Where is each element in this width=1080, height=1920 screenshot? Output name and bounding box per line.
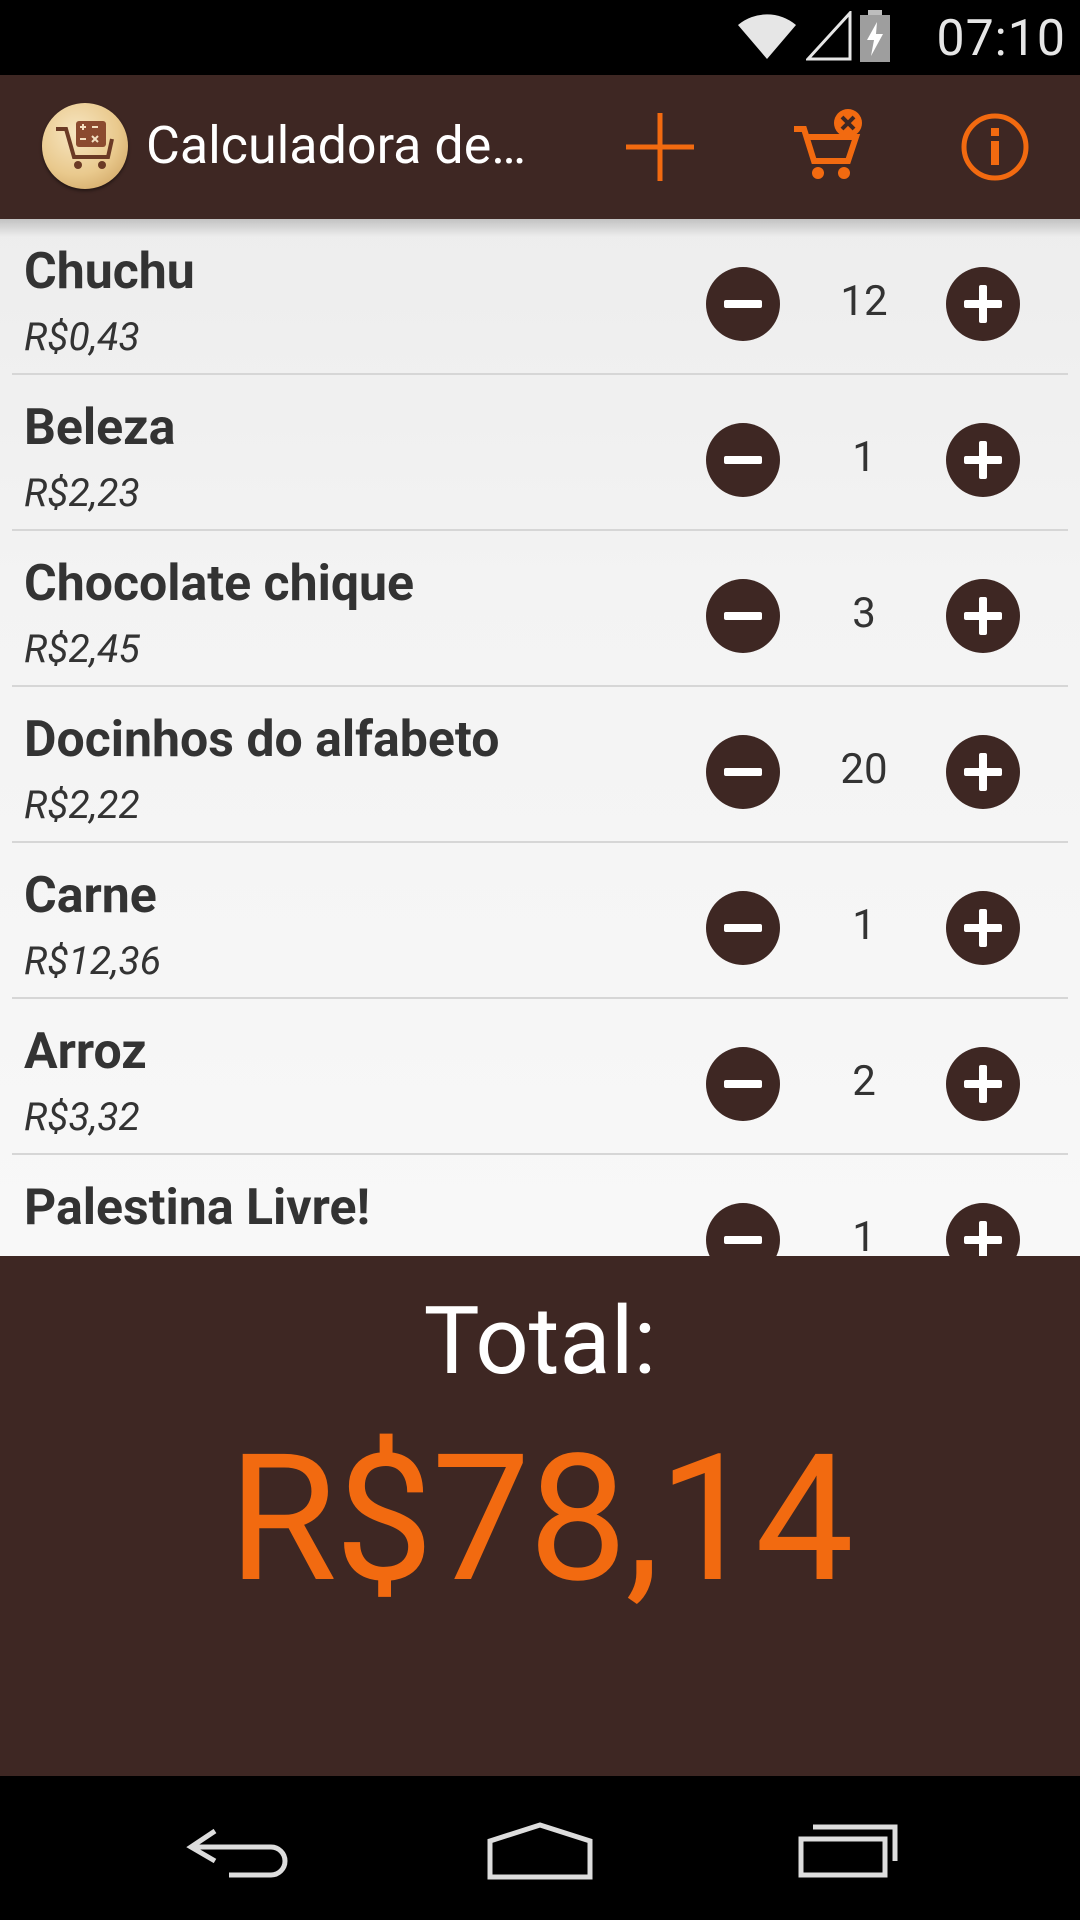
increase-quantity-button[interactable] xyxy=(946,891,1020,965)
back-icon xyxy=(186,1828,288,1878)
decrease-quantity-button[interactable] xyxy=(706,735,780,809)
navigation-bar xyxy=(0,1776,1080,1920)
wifi-icon xyxy=(736,11,798,65)
increase-quantity-button[interactable] xyxy=(946,267,1020,341)
item-quantity: 20 xyxy=(840,745,888,794)
item-name: Docinhos do alfabeto xyxy=(24,711,500,769)
app-logo-icon[interactable] xyxy=(42,103,128,189)
add-item-button[interactable] xyxy=(612,99,708,195)
item-price: R$0,43 xyxy=(24,314,140,360)
list-item: Beleza R$2,23 1 xyxy=(0,375,1080,531)
decrease-quantity-button[interactable] xyxy=(706,423,780,497)
item-quantity: 12 xyxy=(840,277,888,326)
home-icon xyxy=(487,1822,593,1880)
status-time: 07:10 xyxy=(936,10,1066,68)
item-price: R$3,32 xyxy=(24,1094,140,1140)
recent-apps-button[interactable] xyxy=(775,1806,915,1896)
status-icons xyxy=(736,9,890,66)
list-item: Chocolate chique R$2,45 3 xyxy=(0,531,1080,687)
total-panel: Total: R$78,14 xyxy=(0,1256,1080,1776)
signal-icon xyxy=(804,9,852,65)
home-button[interactable] xyxy=(470,1806,610,1896)
plus-icon xyxy=(626,113,694,181)
item-name: Chocolate chique xyxy=(24,555,415,613)
total-value: R$78,14 xyxy=(228,1416,854,1622)
decrease-quantity-button[interactable] xyxy=(706,891,780,965)
item-price: R$2,22 xyxy=(24,782,140,828)
total-label: Total: xyxy=(423,1286,657,1396)
action-bar: Calculadora de… xyxy=(0,75,1080,219)
item-name: Carne xyxy=(24,867,157,925)
item-quantity: 1 xyxy=(852,901,876,950)
battery-charging-icon xyxy=(860,10,890,66)
item-price: R$2,45 xyxy=(24,626,140,672)
item-price: R$12,36 xyxy=(24,938,162,984)
info-icon xyxy=(961,113,1029,181)
item-name: Arroz xyxy=(24,1023,147,1081)
shopping-list[interactable]: Chuchu R$0,43 12 Beleza R$2,23 1 Chocola… xyxy=(0,219,1080,1256)
decrease-quantity-button[interactable] xyxy=(706,1203,780,1256)
item-quantity: 1 xyxy=(852,1213,876,1256)
list-item: Carne R$12,36 1 xyxy=(0,843,1080,999)
item-quantity: 1 xyxy=(852,433,876,482)
increase-quantity-button[interactable] xyxy=(946,1203,1020,1256)
back-button[interactable] xyxy=(170,1806,310,1896)
item-quantity: 3 xyxy=(852,589,876,638)
list-item: Docinhos do alfabeto R$2,22 20 xyxy=(0,687,1080,843)
decrease-quantity-button[interactable] xyxy=(706,579,780,653)
list-item: Chuchu R$0,43 12 xyxy=(0,219,1080,375)
increase-quantity-button[interactable] xyxy=(946,579,1020,653)
app-title: Calculadora de… xyxy=(146,115,527,176)
item-price: R$2,23 xyxy=(24,470,140,516)
item-quantity: 2 xyxy=(852,1057,876,1106)
cart-remove-icon xyxy=(794,109,862,179)
increase-quantity-button[interactable] xyxy=(946,1047,1020,1121)
status-bar: 07:10 xyxy=(0,0,1080,75)
recent-apps-icon xyxy=(798,1824,898,1878)
info-button[interactable] xyxy=(947,99,1043,195)
clear-cart-button[interactable] xyxy=(780,99,876,195)
increase-quantity-button[interactable] xyxy=(946,423,1020,497)
list-item: Palestina Livre! 1 xyxy=(0,1155,1080,1256)
increase-quantity-button[interactable] xyxy=(946,735,1020,809)
item-name: Beleza xyxy=(24,399,176,457)
item-name: Chuchu xyxy=(24,243,195,301)
decrease-quantity-button[interactable] xyxy=(706,1047,780,1121)
item-name: Palestina Livre! xyxy=(24,1179,370,1237)
decrease-quantity-button[interactable] xyxy=(706,267,780,341)
list-item: Arroz R$3,32 2 xyxy=(0,999,1080,1155)
